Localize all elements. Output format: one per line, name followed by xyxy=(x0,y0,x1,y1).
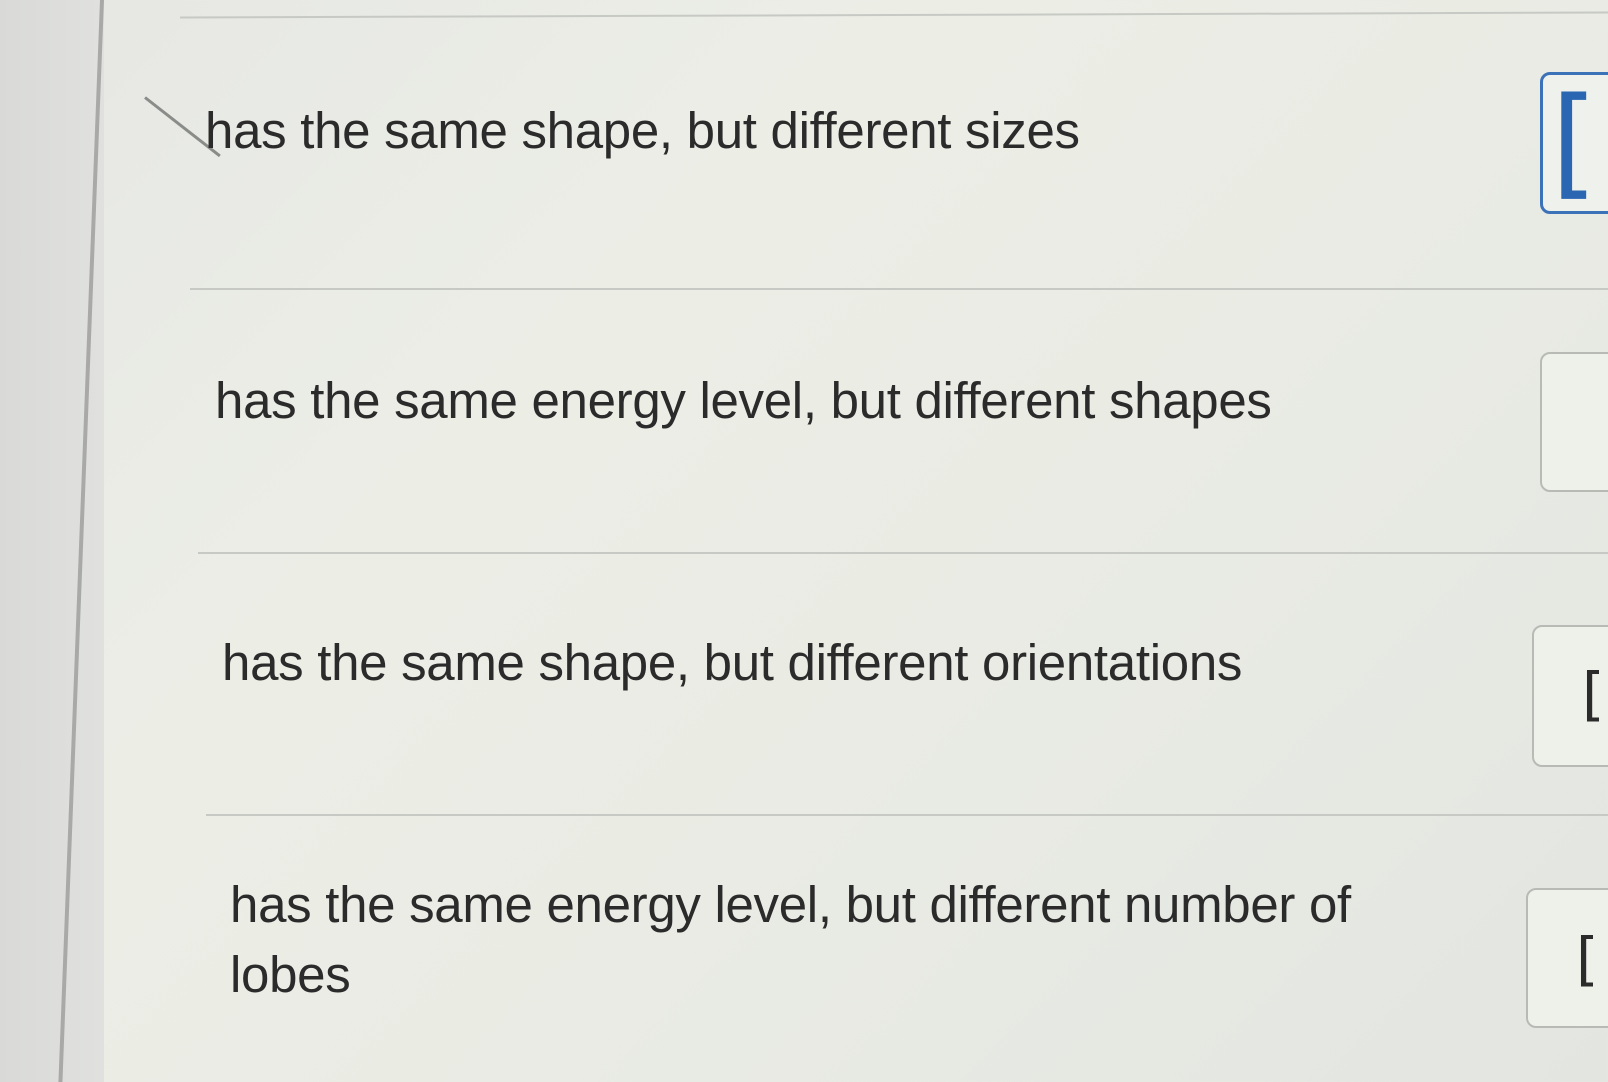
answer-box-4[interactable]: [ xyxy=(1526,888,1608,1028)
answer-box-1-bracket: [ xyxy=(1551,73,1598,212)
row-divider-1 xyxy=(190,288,1608,290)
option-1-text: has the same shape, but different sizes xyxy=(205,102,1080,159)
answer-box-3-bracket: [ xyxy=(1582,660,1605,728)
answer-box-1[interactable]: [ xyxy=(1540,72,1608,214)
row-divider-3 xyxy=(206,814,1608,816)
left-gutter xyxy=(0,0,104,1082)
option-3-text: has the same shape, but different orient… xyxy=(222,634,1243,691)
answer-box-3[interactable]: [ xyxy=(1532,625,1608,767)
answer-box-4-bracket: [ xyxy=(1576,925,1599,993)
row-divider-2 xyxy=(198,552,1608,554)
option-2-text: has the same energy level, but different… xyxy=(215,372,1272,429)
answer-box-2[interactable] xyxy=(1540,352,1608,492)
row-divider-top xyxy=(180,11,1608,19)
option-4-text: has the same energy level, but different… xyxy=(230,876,1351,1003)
